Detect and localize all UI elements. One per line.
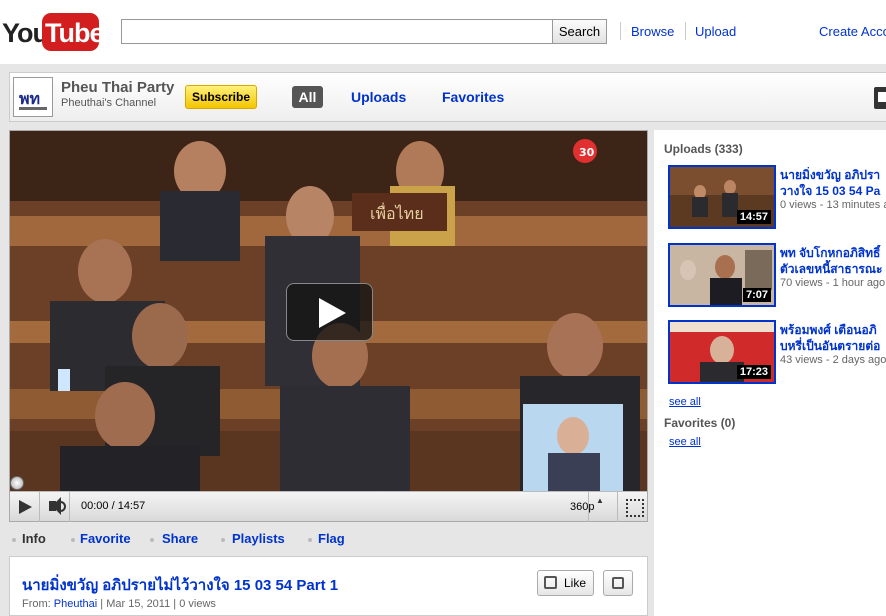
info-icon <box>12 538 16 542</box>
fullscreen-icon[interactable] <box>618 492 647 522</box>
video-meta: From: Pheuthai | Mar 15, 2011 | 0 views <box>22 598 216 610</box>
upload-title-line2[interactable]: ตัวเลขหนี้สาธารณะ <box>780 262 882 276</box>
divider <box>620 22 621 40</box>
tab-all[interactable]: All <box>292 86 323 108</box>
upload-meta: 0 views - 13 minutes a <box>780 199 886 211</box>
channel-name[interactable]: Pheu Thai Party <box>61 79 174 96</box>
share-button[interactable]: Share <box>162 531 198 546</box>
sound-wave-icon <box>60 501 66 512</box>
youtube-logo[interactable]: You Tube <box>0 12 104 52</box>
tab-favorites[interactable]: Favorites <box>442 89 504 105</box>
uploader-link[interactable]: Pheuthai <box>54 598 97 610</box>
action-bar: Info Favorite Share Playlists Flag <box>9 526 648 550</box>
play-icon[interactable] <box>10 492 40 522</box>
thumbs-up-icon <box>544 576 557 589</box>
create-account-link[interactable]: Create Acco <box>819 24 886 39</box>
thumbs-down-icon <box>612 577 624 589</box>
flag-icon <box>308 538 312 542</box>
upload-title[interactable]: พท จับโกหกอภิสิทธิ์ตัวเลขหนี้สาธารณะ <box>780 245 886 277</box>
uploads-heading: Uploads (333) <box>664 142 743 156</box>
svg-text:เพื่อไทย: เพื่อไทย <box>370 202 424 223</box>
playlists-icon <box>221 538 225 542</box>
video-thumbnail[interactable]: 7:07 <box>668 243 776 307</box>
duration-badge: 17:23 <box>736 365 771 379</box>
favorites-see-all-link[interactable]: see all <box>669 436 701 448</box>
divider <box>685 22 686 40</box>
upload-item[interactable]: 17:23 พร้อมพงศ์ เตือนอภิบหรี่เป็นอันตราย… <box>668 320 886 384</box>
speaker-icon <box>49 497 61 515</box>
favorites-heading: Favorites (0) <box>664 416 736 430</box>
favorite-button[interactable]: Favorite <box>80 531 131 546</box>
channel-badge-number: 30 <box>579 146 595 159</box>
time-display: 00:00 / 14:57 <box>81 500 146 512</box>
dislike-button[interactable] <box>603 570 633 596</box>
layout-toggle-icon[interactable] <box>874 87 886 109</box>
logo-tube-text: Tube <box>45 18 104 48</box>
upload-title[interactable]: นายมิ่งขวัญ อภิปราวางใจ 15 03 54 Pa <box>780 167 886 199</box>
view-count: 0 views <box>179 598 216 610</box>
video-frame[interactable]: เพื่อไทย 30 <box>10 131 647 491</box>
flag-button[interactable]: Flag <box>318 531 345 546</box>
upload-date: Mar 15, 2011 <box>106 598 171 610</box>
upload-link[interactable]: Upload <box>695 24 736 39</box>
scrubber-handle[interactable] <box>10 476 24 490</box>
upload-title-line1[interactable]: พท จับโกหกอภิสิทธิ์ <box>780 246 880 260</box>
video-player[interactable]: เพื่อไทย 30 00:00 / 14:57 360p ▲ <box>9 130 648 522</box>
channel-subtitle: Pheuthai's Channel <box>61 97 157 109</box>
uploads-see-all-link[interactable]: see all <box>669 396 701 408</box>
playlists-button[interactable]: Playlists <box>232 531 285 546</box>
video-thumbnail[interactable]: 17:23 <box>668 320 776 384</box>
video-thumbnail[interactable]: 14:57 <box>668 165 776 229</box>
channel-avatar[interactable]: พท <box>13 77 53 117</box>
share-icon <box>150 538 154 542</box>
browse-link[interactable]: Browse <box>631 24 674 39</box>
video-title: นายมิ่งขวัญ อภิปรายไม่ไว้วางใจ 15 03 54 … <box>22 577 339 594</box>
upload-title-line2[interactable]: บหรี่เป็นอันตรายต่อ <box>780 339 880 353</box>
upload-item[interactable]: 7:07 พท จับโกหกอภิสิทธิ์ตัวเลขหนี้สาธารณ… <box>668 243 886 307</box>
upload-title-line2[interactable]: วางใจ 15 03 54 Pa <box>780 184 880 198</box>
like-button[interactable]: Like <box>537 570 594 596</box>
meta-separator: | <box>173 598 177 610</box>
duration-badge: 7:07 <box>742 288 771 302</box>
tab-info[interactable]: Info <box>22 531 46 546</box>
logo-tube-badge: Tube <box>42 13 104 51</box>
upload-meta: 43 views - 2 days ago <box>780 354 886 366</box>
duration-badge: 14:57 <box>736 210 771 224</box>
upload-meta: 70 views - 1 hour ago <box>780 277 886 289</box>
upload-title-line1[interactable]: พร้อมพงศ์ เตือนอภิ <box>780 323 877 337</box>
play-overlay-button[interactable] <box>286 283 373 341</box>
player-controls: 00:00 / 14:57 360p ▲ <box>10 491 647 522</box>
subscribe-button[interactable]: Subscribe <box>185 85 257 109</box>
upload-title[interactable]: พร้อมพงศ์ เตือนอภิบหรี่เป็นอันตรายต่อ <box>780 322 886 354</box>
favorite-icon <box>71 538 75 542</box>
meta-separator: | <box>100 598 104 610</box>
from-label: From: <box>22 598 51 610</box>
tab-uploads[interactable]: Uploads <box>351 89 406 105</box>
search-button[interactable]: Search <box>552 19 607 44</box>
upload-item[interactable]: 14:57 นายมิ่งขวัญ อภิปราวางใจ 15 03 54 P… <box>668 165 886 229</box>
quality-divider <box>588 492 618 522</box>
upload-title-line1[interactable]: นายมิ่งขวัญ อภิปรา <box>780 168 880 182</box>
volume-icon[interactable] <box>40 492 70 522</box>
masthead: You Tube Search Browse Upload Create Acc… <box>0 0 886 64</box>
search-input[interactable] <box>121 19 553 44</box>
like-label: Like <box>563 576 586 590</box>
party-logo-bar <box>19 107 47 110</box>
